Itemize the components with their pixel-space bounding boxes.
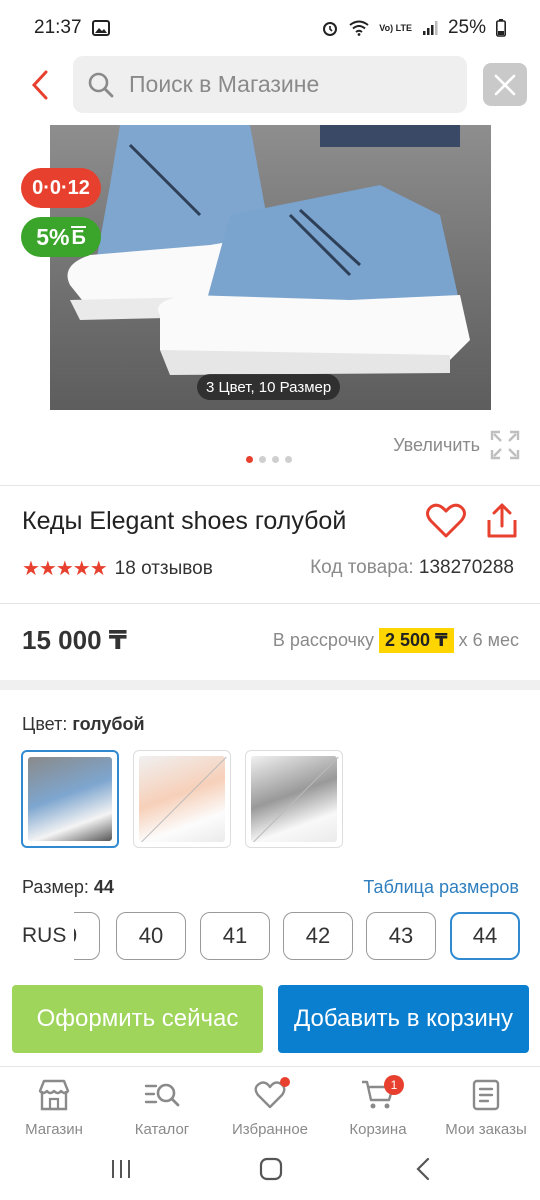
recent-apps-button[interactable]	[101, 1154, 141, 1184]
size-label: Размер: 44	[22, 877, 114, 898]
divider	[0, 603, 540, 604]
system-nav-bar	[0, 1142, 540, 1200]
nav-item-favorites[interactable]: Избранное	[216, 1067, 324, 1143]
product-image[interactable]	[50, 125, 491, 410]
wifi-icon	[349, 20, 369, 36]
nav-label: Избранное	[231, 1121, 309, 1138]
pagination-dot[interactable]	[285, 456, 292, 463]
section-separator	[0, 680, 540, 690]
pagination-dot[interactable]	[259, 456, 266, 463]
nav-label: Мои заказы	[445, 1121, 527, 1138]
image-pagination[interactable]	[246, 456, 292, 463]
installment-info[interactable]: В рассрочку 2 500 ₸ х 6 мес	[273, 628, 519, 653]
pagination-dot[interactable]	[272, 456, 279, 463]
installment-promo-badge: 0·0·12	[21, 168, 101, 208]
add-to-cart-button[interactable]: Добавить в корзину	[278, 985, 529, 1053]
system-back-button[interactable]	[403, 1154, 443, 1184]
product-code-value: 138270288	[418, 557, 514, 578]
color-swatch-black[interactable]	[245, 750, 343, 848]
search-input[interactable]: Поиск в Магазине	[73, 56, 467, 113]
reviews-count: 18 отзывов	[114, 557, 213, 579]
shoe-illustration	[67, 125, 470, 375]
product-title: Кеды Elegant shoes голубой	[22, 507, 347, 535]
close-button[interactable]	[483, 63, 527, 106]
chevron-left-icon	[31, 70, 48, 100]
alarm-icon	[323, 22, 338, 36]
nav-item-orders[interactable]: Мои заказы	[432, 1067, 540, 1143]
catalog-search-icon	[142, 1075, 182, 1115]
signal-icon	[422, 21, 438, 35]
nav-label: Магазин	[25, 1121, 83, 1138]
home-icon	[259, 1157, 283, 1181]
favorites-dot	[280, 1077, 290, 1087]
share-button[interactable]	[485, 502, 519, 540]
recent-apps-icon	[112, 1160, 130, 1178]
heart-icon	[426, 503, 466, 538]
color-swatch-orange[interactable]	[133, 750, 231, 848]
color-label-title: Цвет:	[22, 714, 68, 734]
variants-badge: 3 Цвет, 10 Размер	[197, 374, 341, 400]
size-value: 44	[93, 877, 114, 897]
size-system: RUS	[22, 924, 67, 947]
battery-icon	[496, 19, 506, 37]
orders-icon	[466, 1075, 506, 1115]
nav-item-shop[interactable]: Магазин	[0, 1067, 108, 1143]
size-option-41[interactable]: 41	[200, 912, 270, 960]
store-icon	[34, 1075, 74, 1115]
status-bar: 21:37 Vo) LTE 25%	[0, 0, 540, 56]
divider	[0, 485, 540, 486]
color-label: Цвет: голубой	[22, 714, 145, 735]
expand-icon	[490, 430, 520, 460]
size-table-link[interactable]: Таблица размеров	[363, 877, 519, 898]
close-icon	[494, 74, 516, 95]
pagination-dot[interactable]	[246, 456, 253, 463]
product-price: 15 000 ₸	[22, 625, 127, 655]
cart-icon: 1	[358, 1075, 404, 1115]
color-value: голубой	[72, 714, 145, 734]
cart-count-badge: 1	[384, 1075, 404, 1095]
zoom-label: Увеличить	[393, 434, 480, 455]
home-button[interactable]	[251, 1154, 291, 1184]
product-code: Код товара: 138270288	[310, 557, 514, 579]
cashback-percent: 5%	[36, 223, 70, 250]
installment-label: В рассрочку	[272, 630, 375, 650]
product-code-label: Код товара:	[310, 557, 414, 578]
status-time: 21:37	[34, 17, 82, 38]
cashback-promo-badge: 5% Б	[21, 217, 101, 257]
battery-percent: 25%	[447, 17, 486, 38]
buy-now-button[interactable]: Оформить сейчас	[12, 985, 263, 1053]
installment-amount: 2 500 ₸	[379, 628, 454, 653]
nav-item-cart[interactable]: 1 Корзина	[324, 1067, 432, 1143]
lte-indicator: Vo) LTE	[379, 22, 412, 33]
gallery-icon	[91, 20, 110, 36]
size-option-39[interactable]: 39	[74, 912, 100, 960]
rating-stars: ★★★★★	[22, 558, 108, 580]
share-icon	[487, 503, 517, 538]
size-option-42[interactable]: 42	[283, 912, 353, 960]
nav-label: Каталог	[134, 1121, 190, 1138]
installment-term: х 6 мес	[458, 630, 519, 650]
back-button[interactable]	[22, 64, 58, 106]
cashback-unit: Б	[71, 226, 86, 249]
color-swatch-blue[interactable]	[21, 750, 119, 848]
size-option-43[interactable]: 43	[366, 912, 436, 960]
rating[interactable]: ★★★★★ 18 отзывов	[22, 556, 213, 581]
zoom-button[interactable]: Увеличить	[393, 430, 520, 460]
nav-label: Корзина	[349, 1121, 407, 1138]
back-icon	[416, 1157, 430, 1181]
search-icon	[88, 72, 114, 97]
nav-item-catalog[interactable]: Каталог	[108, 1067, 216, 1143]
heart-icon	[250, 1075, 290, 1115]
size-option-44[interactable]: 44	[450, 912, 520, 960]
bottom-nav: Магазин Каталог Избранное 1 Корзина Мои …	[0, 1066, 540, 1142]
size-option-40[interactable]: 40	[116, 912, 186, 960]
size-label-title: Размер:	[22, 877, 89, 897]
search-header: Поиск в Магазине	[0, 56, 540, 114]
search-placeholder: Поиск в Магазине	[129, 71, 320, 97]
favorite-button[interactable]	[426, 502, 466, 540]
size-options[interactable]: 39 40 41 42 43 44	[74, 912, 540, 962]
